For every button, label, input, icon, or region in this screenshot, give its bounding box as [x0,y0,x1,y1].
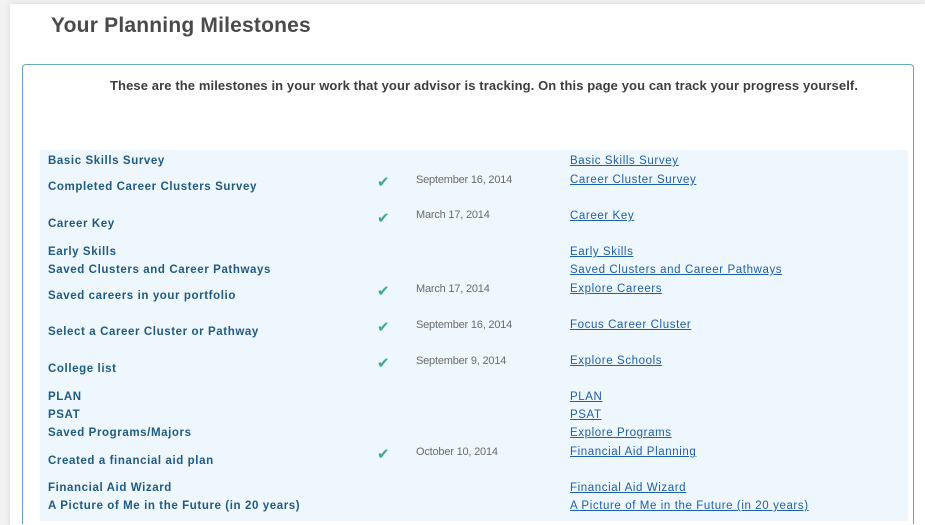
checkmark-icon: ✔ [377,355,390,372]
milestone-label: PLAN [48,391,82,403]
checkmark-icon: ✔ [377,210,390,227]
milestone-link[interactable]: Career Key [570,210,634,222]
checkmark-icon: ✔ [377,319,390,336]
milestone-link[interactable]: Financial Aid Wizard [570,482,686,494]
milestone-date: September 16, 2014 [416,319,513,331]
milestone-label: Financial Aid Wizard [48,482,172,494]
intro-text: These are the milestones in your work th… [110,78,859,93]
milestone-label: Created a financial aid plan [48,455,214,467]
milestone-label: PSAT [48,409,81,421]
milestone-link[interactable]: Early Skills [570,246,633,258]
milestone-link[interactable]: Explore Programs [570,427,672,439]
milestone-date: March 17, 2014 [416,283,490,295]
milestone-label: Saved Clusters and Career Pathways [48,264,272,276]
milestone-date: October 10, 2014 [416,446,498,458]
milestone-label: Saved careers in your portfolio [48,290,236,302]
milestone-label: Select a Career Cluster or Pathway [48,326,259,338]
milestone-link[interactable]: PLAN [570,391,602,403]
milestone-date: March 17, 2014 [416,209,490,221]
milestone-link[interactable]: Financial Aid Planning [570,446,696,458]
milestone-label: Completed Career Clusters Survey [48,181,258,193]
milestone-label: A Picture of Me in the Future (in 20 yea… [48,500,301,512]
milestone-link[interactable]: Saved Clusters and Career Pathways [570,264,782,276]
milestone-link[interactable]: A Picture of Me in the Future (in 20 yea… [570,500,809,512]
milestone-date: September 16, 2014 [416,174,513,186]
milestone-link[interactable]: Explore Schools [570,355,662,367]
milestone-link[interactable]: PSAT [570,409,602,421]
milestone-label: Early Skills [48,246,117,258]
milestone-label: Basic Skills Survey [48,155,165,167]
checkmark-icon: ✔ [377,283,390,300]
milestone-link[interactable]: Basic Skills Survey [570,155,679,167]
milestone-label: Saved Programs/Majors [48,427,192,439]
milestone-link[interactable]: Career Cluster Survey [570,174,696,186]
checkmark-icon: ✔ [377,446,390,463]
checkmark-icon: ✔ [377,174,390,191]
milestone-date: September 9, 2014 [416,355,507,367]
page-title: Your Planning Milestones [51,14,311,37]
milestone-label: Career Key [48,218,115,230]
milestone-link[interactable]: Explore Careers [570,283,662,295]
milestone-link[interactable]: Focus Career Cluster [570,319,691,331]
milestone-label: College list [48,363,117,375]
